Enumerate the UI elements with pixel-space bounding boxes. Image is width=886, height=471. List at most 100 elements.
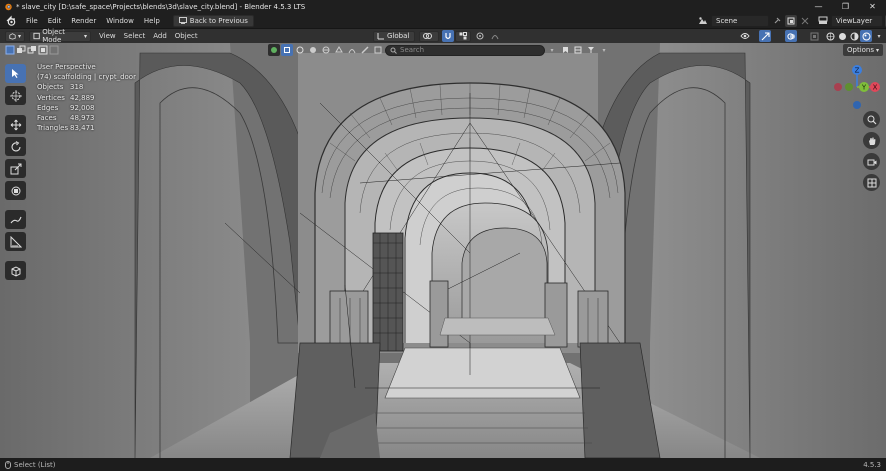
menu-bar: File Edit Render Window Help Back to Pre… [0, 13, 886, 29]
scene-icon[interactable] [697, 15, 709, 27]
select-box-tool[interactable] [5, 64, 26, 83]
viewport-header: ▾ Object Mode ▾ View Select Add Object G… [0, 28, 886, 44]
back-to-previous-button[interactable]: Back to Previous [172, 14, 254, 27]
navigation-gizmo[interactable]: Z Y X [830, 62, 882, 114]
selectable-filter-icon[interactable] [281, 44, 293, 56]
falloff-icon[interactable] [489, 30, 501, 42]
grid-icon [867, 178, 876, 187]
filter-icon[interactable] [585, 44, 597, 56]
select-invert-icon[interactable] [38, 45, 48, 55]
menu-edit[interactable]: Edit [43, 17, 67, 25]
shading-material-icon[interactable] [848, 30, 860, 42]
shading-rendered-icon[interactable] [860, 30, 872, 42]
selection-mode-group [5, 45, 59, 55]
perspective-toggle-button[interactable] [863, 174, 880, 191]
xray-toggle-icon[interactable] [808, 30, 820, 42]
empty-filter-icon[interactable] [320, 44, 332, 56]
object-filter-icon[interactable] [268, 44, 280, 56]
add-cube-tool[interactable] [5, 261, 26, 280]
header-menu-object[interactable]: Object [171, 32, 202, 40]
curve-filter-icon[interactable] [346, 44, 358, 56]
object-types-visibility-icon[interactable] [739, 30, 751, 42]
gizmo-neg-x[interactable] [834, 83, 842, 91]
transform-icon [11, 186, 20, 195]
mode-label: Object Mode [42, 28, 66, 44]
bookmark-icon[interactable] [559, 44, 571, 56]
camera-filter-icon[interactable] [307, 44, 319, 56]
mesh-filter-icon[interactable] [333, 44, 345, 56]
gizmo-neg-y[interactable] [845, 83, 853, 91]
back-to-previous-label: Back to Previous [189, 16, 248, 25]
rotate-tool[interactable] [5, 137, 26, 156]
cube-add-icon [11, 265, 20, 277]
transform-orientation-dropdown[interactable]: Global [373, 30, 415, 42]
snap-grid-icon [459, 32, 467, 40]
blender-logo-icon[interactable] [4, 14, 18, 28]
select-new-icon[interactable] [5, 45, 15, 55]
select-extend-icon[interactable] [16, 45, 26, 55]
stat-faces: Faces 48,973 [37, 114, 95, 123]
light-filter-icon[interactable] [294, 44, 306, 56]
mode-dropdown[interactable]: Object Mode ▾ [29, 28, 91, 44]
pan-button[interactable] [863, 132, 880, 149]
sort-icon[interactable] [572, 44, 584, 56]
menu-window[interactable]: Window [101, 17, 139, 25]
move-icon [10, 119, 21, 130]
transform-tool[interactable] [5, 181, 26, 200]
blender-app-icon [3, 2, 13, 12]
active-collection: (74) scaffolding | crypt_door [37, 73, 136, 82]
viewport-filter-bar: Search ▾ ▾ [268, 43, 610, 57]
measure-tool[interactable] [5, 232, 26, 251]
search-placeholder: Search [400, 46, 425, 54]
camera-view-button[interactable] [863, 153, 880, 170]
menu-help[interactable]: Help [139, 17, 165, 25]
viewlayer-field[interactable]: ViewLayer [831, 14, 883, 27]
hand-icon [868, 137, 875, 145]
shading-solid-icon[interactable] [836, 30, 848, 42]
move-tool[interactable] [5, 115, 26, 134]
pin-scene-icon[interactable] [771, 15, 783, 27]
shading-options-icon[interactable]: ▾ [873, 30, 885, 42]
3d-viewport[interactable]: User Perspective (74) scaffolding | cryp… [0, 43, 886, 458]
snap-toggle-icon[interactable] [442, 30, 454, 42]
header-menu-add[interactable]: Add [149, 32, 171, 40]
header-menu-select[interactable]: Select [120, 32, 150, 40]
scene-selector-group: Scene ViewLayer [697, 14, 886, 27]
shading-wireframe-icon[interactable] [824, 30, 836, 42]
object-search-input[interactable]: Search [385, 44, 545, 56]
zoom-button[interactable] [863, 111, 880, 128]
menu-file[interactable]: File [21, 17, 43, 25]
snap-target-dropdown[interactable] [455, 30, 471, 42]
viewlayer-icon[interactable] [817, 15, 829, 27]
ruler-icon [10, 235, 22, 247]
filter-options-chevron-icon[interactable]: ▾ [598, 44, 610, 56]
maximize-button[interactable]: ❐ [832, 0, 859, 13]
rotate-icon [11, 140, 21, 152]
viewport-stats-overlay: User Perspective (74) scaffolding | cryp… [37, 62, 136, 133]
window-title: * slave_city [D:\safe_space\Projects\ble… [16, 2, 306, 11]
header-menu-view[interactable]: View [95, 32, 120, 40]
select-intersect-icon[interactable] [49, 45, 59, 55]
armature-filter-icon[interactable] [359, 44, 371, 56]
other-filter-icon[interactable] [372, 44, 384, 56]
chevron-down-icon: ▾ [83, 32, 87, 40]
annotate-tool[interactable] [5, 210, 26, 229]
close-button[interactable]: ✕ [859, 0, 886, 13]
minimize-button[interactable]: — [805, 0, 832, 13]
pivot-point-dropdown[interactable] [419, 30, 439, 42]
scale-tool[interactable] [5, 159, 26, 178]
editor-type-dropdown[interactable]: ▾ [5, 30, 25, 42]
gizmo-z-label: Z [855, 67, 860, 75]
gizmo-toggle-icon[interactable] [759, 30, 771, 42]
menu-render[interactable]: Render [66, 17, 101, 25]
gizmo-neg-z[interactable] [853, 101, 861, 109]
select-subtract-icon[interactable] [27, 45, 37, 55]
search-dropdown-icon[interactable]: ▾ [546, 44, 558, 56]
proportional-edit-icon[interactable] [474, 30, 486, 42]
overlays-toggle-icon[interactable] [785, 30, 797, 42]
scene-field[interactable]: Scene [711, 14, 769, 27]
new-scene-icon[interactable] [785, 14, 797, 27]
options-dropdown[interactable]: Options ▾ [843, 44, 884, 56]
cursor-tool[interactable] [5, 86, 26, 105]
remove-scene-icon[interactable] [799, 15, 811, 27]
